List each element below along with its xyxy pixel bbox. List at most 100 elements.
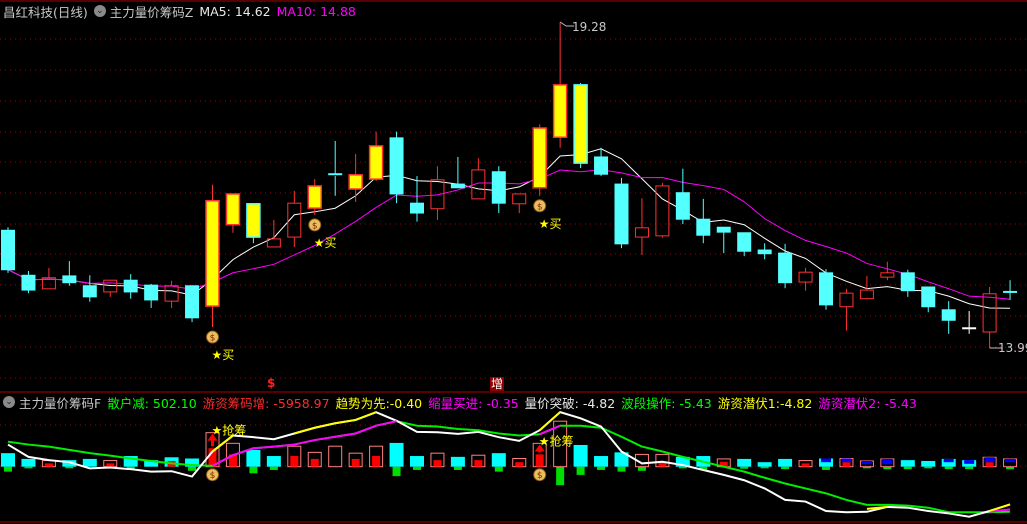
buy-signal-label: ★买 [314,236,337,250]
candle-body [655,185,670,237]
money-bag-symbol: $ [210,471,216,481]
candle-body [614,183,629,245]
indicator-bar [921,460,936,469]
money-bag-icon: $ [206,330,219,344]
candle-body [532,127,547,189]
candle-body [737,232,752,252]
sub-header: ⌄ 主力量价筹码F 散户减: 502.10 游资筹码增: -5958.97 趋势… [3,393,923,411]
indicator-bar-solid [757,462,772,467]
indicator-bar-solid [778,458,793,467]
indicator-bar [512,458,527,468]
candle [737,232,752,257]
candle-body [21,274,36,291]
indicator-bar [757,462,772,469]
candle [778,243,793,289]
candle-body [880,272,895,278]
indicator-bar-red [474,460,483,467]
indicator-bar-negative [678,466,687,469]
candle-body [941,309,956,321]
indicator-bar-negative [924,466,933,469]
candle-body [839,292,854,308]
candle [410,176,424,222]
candle [491,166,506,214]
chevron-down-icon[interactable]: ⌄ [93,5,106,17]
candle-body [675,192,690,220]
candle [941,301,956,334]
candle [164,280,179,308]
sub-indicator-name[interactable]: 主力量价筹码F [19,393,101,412]
indicator-bar-solid [389,442,404,467]
candle-body [144,284,159,301]
indicator-bar-red [310,458,319,467]
readout-qushi: 趋势为先:-0.40 [335,395,423,411]
candle [123,274,138,299]
candle [819,269,833,310]
indicator-bar [900,460,915,470]
candle [185,285,200,323]
indicator-bar [266,456,281,470]
candle-body [1,229,15,271]
candle [287,190,302,247]
indicator-bar [450,456,465,470]
chevron-down-icon[interactable]: ⌄ [3,396,15,408]
candle [655,182,670,238]
grab-signal-label: ★抢筹 [539,433,574,448]
indicator-bar-blue [841,458,852,463]
indicator-bar-red [106,463,115,467]
candle-body [819,272,833,306]
indicator-bar-negative [617,466,626,472]
money-bag-icon: $ [206,468,219,482]
indicator-bar [941,458,956,470]
indicator-bar [307,451,322,468]
indicator-bar-negative [760,466,769,469]
indicator-bar-solid [900,460,915,467]
indicator-bar-negative [4,466,12,472]
indicator-bar-blue [821,458,831,463]
candle-body [573,84,588,164]
readout-youzi-chouma: 游资筹码增: -5958.97 [202,395,330,411]
grab-signal-label: ★抢筹 [212,423,247,438]
candle [757,243,772,260]
indicator-bar-negative [453,466,462,470]
indicator-bar-negative [556,466,565,486]
candle-body [859,289,874,300]
money-bag-symbol: $ [210,334,216,344]
indicator-bar-negative [740,466,749,469]
readout-suoliang: 缩量买进: -0.35 [428,395,519,411]
buy-signal-label: ★买 [212,348,235,362]
indicator-bar [594,456,609,470]
indicator-bar-negative [494,466,503,472]
candle-body [410,202,424,214]
indicator-bar [430,452,445,468]
candle [205,184,220,328]
candle-body [164,285,179,302]
main-header: 昌红科技(日线) ⌄ 主力量价筹码Z MA5: 14.62 MA10: 14.8… [3,2,362,20]
indicator-bar-red [535,454,544,467]
boduan-line [7,420,1011,514]
buy-signal-label: ★买 [539,217,562,231]
indicator-bar [1,453,15,472]
indicator-name[interactable]: 主力量价筹码Z [110,2,194,21]
indicator-bar-solid [266,456,281,467]
indicator-bar-negative [576,466,585,475]
candle [594,147,609,177]
indicator-bar [369,445,384,468]
candle [798,267,813,291]
indicator-bar-red [372,456,381,467]
candle [62,261,77,286]
money-bag-icon: $ [533,199,547,213]
indicator-bar-blue [943,458,954,463]
candle-body [552,84,568,138]
candle [307,179,322,215]
indicator-bar-negative [392,466,401,477]
indicator-bar [471,454,486,468]
money-bag-symbol: $ [537,202,543,212]
indicator-bar-blue [964,460,975,464]
candle [471,158,486,200]
kline-chart[interactable]: $ ★买 $ ★买 $ ★买 $ ★抢筹 $ ★抢筹 [0,0,1027,524]
indicator-bar-negative [965,466,974,470]
candle-body [716,226,731,233]
candle-body [757,249,772,255]
candle [328,140,343,196]
indicator-bar-negative [65,466,74,469]
